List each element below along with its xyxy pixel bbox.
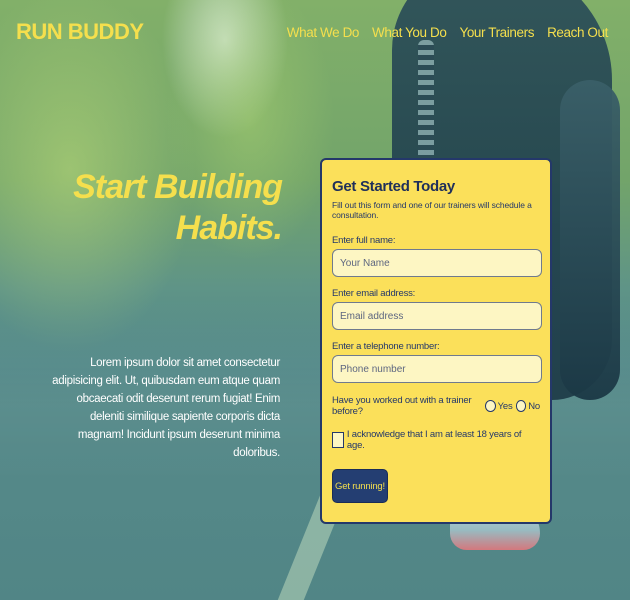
name-input[interactable] (332, 249, 542, 277)
age-ack-label: I acknowledge that I am at least 18 year… (346, 429, 522, 451)
email-label: Enter email address: (332, 288, 416, 299)
form-title: Get Started Today (332, 178, 455, 195)
hero-copy: Lorem ipsum dolor sit amet consectetur a… (52, 357, 280, 459)
hero-title: Start Building Habits. (22, 167, 283, 249)
no-radio[interactable] (515, 400, 527, 412)
hero-title-line2: Habits. (175, 209, 283, 247)
nav-what-we-do[interactable]: What We Do (287, 25, 360, 40)
site-header: RUN BUDDY What We Do What You Do Your Tr… (0, 0, 630, 64)
phone-label: Enter a telephone number: (332, 341, 440, 352)
site-logo[interactable]: RUN BUDDY (16, 19, 144, 45)
phone-input[interactable] (332, 355, 542, 383)
main-nav: What We Do What You Do Your Trainers Rea… (287, 25, 609, 40)
age-ack-row: I acknowledge that I am at least 18 year… (332, 429, 540, 451)
submit-button[interactable]: Get running! (332, 469, 388, 503)
email-input[interactable] (332, 302, 542, 330)
hero-title-line1: Start Building (73, 168, 283, 206)
name-label: Enter full name: (332, 235, 396, 246)
nav-your-trainers[interactable]: Your Trainers (459, 25, 534, 40)
trainer-question-row: Have you worked out with a trainer befor… (332, 395, 540, 417)
runner-arm (560, 80, 620, 400)
nav-what-you-do[interactable]: What You Do (372, 25, 447, 40)
yes-label: Yes (497, 400, 513, 412)
form-subtitle: Fill out this form and one of our traine… (332, 200, 532, 220)
signup-form: Get Started Today Fill out this form and… (320, 158, 552, 524)
trainer-question: Have you worked out with a trainer befor… (332, 395, 472, 417)
age-checkbox[interactable] (332, 432, 344, 448)
nav-reach-out[interactable]: Reach Out (547, 25, 608, 40)
no-label: No (528, 400, 541, 412)
yes-radio[interactable] (484, 400, 496, 412)
